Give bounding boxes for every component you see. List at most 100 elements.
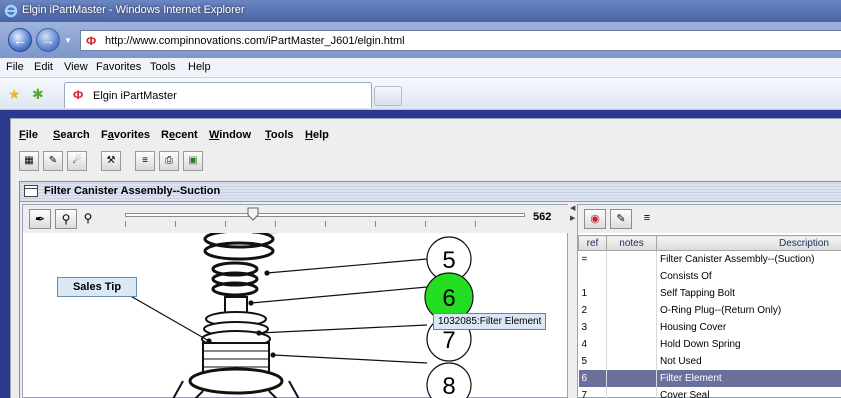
cell-description: Hold Down Spring <box>656 335 841 353</box>
cell-ref: 5 <box>578 352 607 370</box>
window-titlebar: Elgin iPartMaster - Windows Internet Exp… <box>0 0 841 22</box>
tab-favicon-icon: Ф <box>73 88 84 102</box>
callout-8[interactable]: 8 <box>426 362 472 398</box>
cell-description: Filter Canister Assembly--(Suction) <box>656 250 841 268</box>
table-row[interactable]: 2 O-Ring Plug--(Return Only) <box>578 301 841 319</box>
browser-menu-view[interactable]: View <box>64 61 88 73</box>
cell-notes <box>606 369 657 387</box>
cell-ref: = <box>578 250 607 268</box>
open-book-icon[interactable]: ▦ <box>19 151 39 171</box>
cell-notes <box>606 301 657 319</box>
part-tooltip: 1032085:Filter Element <box>433 313 547 330</box>
app-menu-tools[interactable]: Tools <box>265 129 294 141</box>
print-icon[interactable]: ⎙ <box>159 151 179 171</box>
browser-menu-edit[interactable]: Edit <box>34 61 53 73</box>
tools-icon[interactable]: ⚒ <box>101 151 121 171</box>
tab-elgin-ipartmaster[interactable]: Ф Elgin iPartMaster <box>64 82 372 108</box>
list-columns-icon[interactable]: ≡ <box>636 209 658 229</box>
address-url[interactable]: http://www.compinnovations.com/iPartMast… <box>105 35 405 47</box>
zoom-box-icon[interactable]: ⚲ <box>55 209 77 229</box>
frame-window-icon <box>24 185 38 197</box>
cell-notes <box>606 284 657 302</box>
cell-ref: 7 <box>578 386 607 398</box>
site-favicon-icon: Ф <box>86 34 97 48</box>
parts-table-body: = Filter Canister Assembly--(Suction) Cons… <box>578 250 841 398</box>
cell-description: Filter Element <box>656 369 841 387</box>
parts-table-header: ref notes Description <box>578 235 841 251</box>
sales-tip-button[interactable]: Sales Tip <box>57 277 137 297</box>
browser-menu-help[interactable]: Help <box>188 61 211 73</box>
cell-description: O-Ring Plug--(Return Only) <box>656 301 841 319</box>
app-menu-file[interactable]: File <box>19 129 38 141</box>
spring-coils <box>203 229 275 297</box>
browser-menu-tools[interactable]: Tools <box>150 61 176 73</box>
cell-description: Cover Seal <box>656 386 841 398</box>
list-view-icon[interactable]: ≡ <box>135 151 155 171</box>
forward-button[interactable]: → <box>36 28 60 52</box>
pointer-tool-icon[interactable]: ✒ <box>29 209 51 229</box>
filter-element-part <box>172 296 300 398</box>
app-menu-window[interactable]: Window <box>209 129 251 141</box>
viewer-toolbar: ✒ ⚲ ⚲ 562 <box>23 205 569 233</box>
cell-ref: 6 <box>578 369 607 387</box>
cell-ref: 4 <box>578 335 607 353</box>
cell-description: Housing Cover <box>656 318 841 336</box>
address-bar[interactable]: Ф http://www.compinnovations.com/iPartMa… <box>80 30 841 51</box>
header-notes[interactable]: notes <box>606 235 657 251</box>
zoom-slider[interactable] <box>125 213 525 217</box>
forward-arrow-icon: → <box>41 32 55 48</box>
app-menu-recent[interactable]: Recent <box>161 129 198 141</box>
browser-menu-file[interactable]: File <box>6 61 24 73</box>
tab-label: Elgin iPartMaster <box>93 90 177 102</box>
cell-notes <box>606 250 657 268</box>
export-icon[interactable]: ▣ <box>183 151 203 171</box>
assembly-frame: Filter Canister Assembly--Suction ✒ ⚲ ⚲ … <box>19 181 841 398</box>
browser-menu-bar: File Edit View Favorites Tools Help <box>0 58 841 78</box>
table-row[interactable]: 3 Housing Cover <box>578 318 841 336</box>
table-row[interactable]: Consists Of <box>578 267 841 285</box>
splitter-right-arrow-icon[interactable]: ▶ <box>570 214 575 222</box>
zoom-slider-ticks <box>125 221 525 227</box>
frame-header: Filter Canister Assembly--Suction <box>20 182 841 202</box>
tab-bar: ★ ✱ Ф Elgin iPartMaster <box>0 78 841 110</box>
cell-ref: 2 <box>578 301 607 319</box>
ipartmaster-app: File Search Favorites Recent Window Tool… <box>10 118 841 398</box>
svg-text:7: 7 <box>442 327 455 354</box>
table-row[interactable]: 4 Hold Down Spring <box>578 335 841 353</box>
table-row[interactable]: 6 Filter Element <box>578 369 841 387</box>
favorites-center-icon[interactable]: ★ <box>8 86 21 103</box>
splitter-left-arrow-icon[interactable]: ◀ <box>570 204 575 212</box>
cell-description: Consists Of <box>656 267 841 285</box>
table-row[interactable]: = Filter Canister Assembly--(Suction) <box>578 250 841 268</box>
parts-toolbar: ◉ ✎ ≡ <box>578 205 841 233</box>
table-row[interactable]: 5 Not Used <box>578 352 841 370</box>
add-note-icon[interactable]: ✎ <box>610 209 632 229</box>
window-title: Elgin iPartMaster - Windows Internet Exp… <box>22 4 245 16</box>
add-favorites-icon[interactable]: ✱ <box>32 86 44 103</box>
pane-splitter[interactable]: ◀ ▶ <box>570 204 576 398</box>
browser-menu-favorites[interactable]: Favorites <box>96 61 141 73</box>
app-menu-search[interactable]: Search <box>53 129 90 141</box>
sales-tip-icon[interactable]: ◉ <box>584 209 606 229</box>
back-arrow-icon: ← <box>13 32 27 48</box>
zoom-icon[interactable]: ⚲ <box>77 209 99 229</box>
edit-note-icon[interactable]: ✎ <box>43 151 63 171</box>
parts-list-pane: ◉ ✎ ≡ ref notes Description = Filter Cani… <box>577 204 841 398</box>
app-menu-help[interactable]: Help <box>305 129 329 141</box>
back-button[interactable]: ← <box>8 28 32 52</box>
svg-text:6: 6 <box>442 285 455 312</box>
table-row[interactable]: 1 Self Tapping Bolt <box>578 284 841 302</box>
zoom-slider-thumb[interactable] <box>247 207 259 221</box>
table-row[interactable]: 7 Cover Seal <box>578 386 841 398</box>
cell-notes <box>606 335 657 353</box>
header-ref[interactable]: ref <box>578 235 607 251</box>
svg-text:5: 5 <box>442 247 455 274</box>
new-tab-button[interactable] <box>374 86 402 106</box>
header-description[interactable]: Description <box>656 235 841 251</box>
history-dropdown-icon[interactable]: ▼ <box>64 36 72 45</box>
cell-description: Not Used <box>656 352 841 370</box>
cell-description: Self Tapping Bolt <box>656 284 841 302</box>
exploded-drawing[interactable]: 5 6 7 8 Sales Tip 1032085:Filter Element <box>23 228 569 398</box>
hint-bulb-icon[interactable]: ☄ <box>67 151 87 171</box>
app-menu-favorites[interactable]: Favorites <box>101 129 150 141</box>
